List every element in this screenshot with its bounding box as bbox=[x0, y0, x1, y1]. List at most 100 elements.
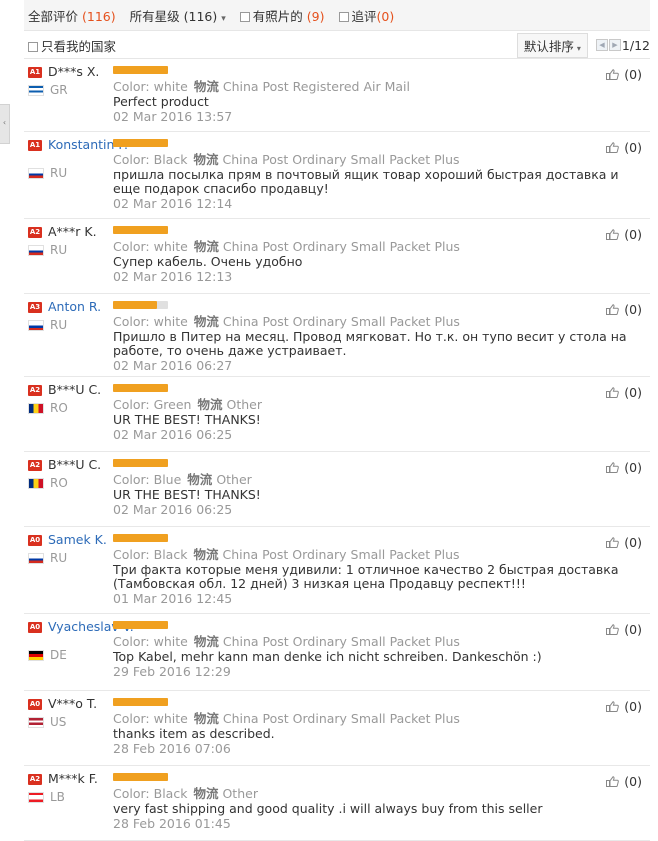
order-info: Color: Black 物流 China Post Ordinary Small … bbox=[113, 547, 628, 563]
star-rating-fill bbox=[113, 698, 168, 706]
buyer-level-badge: A2 bbox=[28, 460, 42, 471]
filter-stars-dropdown[interactable]: 所有星级 (116) ▾ bbox=[130, 6, 226, 25]
sort-label: 默认排序 bbox=[523, 38, 574, 54]
country-flag-icon bbox=[28, 478, 44, 489]
review-text: пришла посылка прям в почтовый ящик това… bbox=[113, 167, 619, 196]
sort-dropdown[interactable]: 默认排序 ▾ bbox=[516, 32, 588, 58]
star-rating bbox=[113, 384, 168, 392]
reviewer-name: D***s X. bbox=[48, 64, 100, 79]
country-flag-icon bbox=[28, 168, 44, 179]
order-info: Color: white 物流 China Post Ordinary Small … bbox=[113, 239, 628, 255]
helpful-button[interactable]: (0) bbox=[606, 622, 642, 637]
star-rating bbox=[113, 66, 168, 74]
star-rating-fill bbox=[113, 459, 168, 467]
followup-checkbox[interactable] bbox=[338, 12, 349, 22]
helpful-button[interactable]: (0) bbox=[606, 67, 642, 82]
shipping-label: 物流 bbox=[193, 314, 219, 329]
filter-followup-count: (0) bbox=[376, 8, 395, 24]
thumbs-up-icon bbox=[606, 142, 620, 153]
buyer-level-badge: A2 bbox=[28, 774, 42, 785]
color-label: Color: bbox=[113, 314, 150, 329]
review-text: Три факта которые меня удивили: 1 отличн… bbox=[113, 562, 619, 591]
color-value: white bbox=[153, 314, 188, 329]
helpful-count: (0) bbox=[624, 460, 642, 475]
helpful-button[interactable]: (0) bbox=[606, 460, 642, 475]
filter-photos-count: (9) bbox=[306, 8, 325, 24]
review-content: Color: white 物流 China Post Ordinary Small … bbox=[113, 620, 628, 680]
helpful-button[interactable]: (0) bbox=[606, 385, 642, 400]
helpful-button[interactable]: (0) bbox=[606, 699, 642, 714]
helpful-button[interactable]: (0) bbox=[606, 302, 642, 317]
reviewer-name: B***U C. bbox=[48, 382, 102, 397]
buyer-level-badge: A3 bbox=[28, 302, 42, 313]
reviewer-country: RU bbox=[28, 551, 67, 565]
review-date: 02 Mar 2016 13:57 bbox=[113, 109, 233, 124]
review-item: A0 Samek K. RU Color: Black 物流 China Post Ord… bbox=[24, 527, 650, 614]
color-label: Color: bbox=[113, 634, 150, 649]
side-collapse-handle[interactable]: ‹ bbox=[0, 104, 10, 144]
filter-photos[interactable]: 有照片的 (9) bbox=[239, 6, 325, 25]
star-rating-fill bbox=[113, 226, 168, 234]
filter-photos-label: 有照片的 bbox=[252, 8, 303, 24]
thumbs-up-icon bbox=[606, 701, 620, 712]
review-text: thanks item as described. bbox=[113, 726, 275, 741]
helpful-count: (0) bbox=[624, 699, 642, 714]
star-rating bbox=[113, 698, 168, 706]
buyer-level-badge: A2 bbox=[28, 227, 42, 238]
color-label: Color: bbox=[113, 711, 150, 726]
color-label: Color: bbox=[113, 239, 150, 254]
reviewer-country: RU bbox=[28, 243, 67, 257]
review-item: A2 A***r K. RU Color: white 物流 China Post Ord… bbox=[24, 219, 650, 294]
country-code: GR bbox=[50, 83, 68, 97]
review-date: 02 Mar 2016 06:27 bbox=[113, 358, 233, 373]
thumbs-up-icon bbox=[606, 69, 620, 80]
shipping-label: 物流 bbox=[193, 79, 219, 94]
star-rating bbox=[113, 773, 168, 781]
review-list: A1 D***s X. GR Color: white 物流 China Post Reg… bbox=[24, 59, 650, 841]
country-flag-icon bbox=[28, 403, 44, 414]
shipping-value: China Post Ordinary Small Packet Plus bbox=[222, 314, 460, 329]
reviewer-name[interactable]: Samek K. bbox=[48, 532, 107, 548]
color-label: Color: bbox=[113, 786, 150, 801]
thumbs-up-icon bbox=[606, 537, 620, 548]
shipping-value: China Post Ordinary Small Packet Plus bbox=[222, 152, 460, 167]
color-label: Color: bbox=[113, 397, 150, 412]
my-country-filter[interactable]: 只看我的国家 bbox=[28, 36, 517, 55]
filter-all[interactable]: 全部评价 (116) bbox=[28, 6, 116, 25]
color-value: Blue bbox=[153, 472, 182, 487]
my-country-checkbox[interactable] bbox=[28, 42, 38, 52]
buyer-level-badge: A1 bbox=[28, 140, 42, 151]
next-page-icon[interactable]: ▶ bbox=[608, 39, 621, 51]
country-code: US bbox=[50, 715, 67, 729]
review-text: Пришло в Питер на месяц. Провод мягковат… bbox=[113, 329, 627, 358]
helpful-button[interactable]: (0) bbox=[606, 774, 642, 789]
reviewer-country: RO bbox=[28, 476, 68, 490]
prev-page-icon[interactable]: ◀ bbox=[595, 39, 608, 51]
review-text: Perfect product bbox=[113, 94, 209, 109]
shipping-label: 物流 bbox=[193, 634, 219, 649]
filter-stars-count: (116) bbox=[183, 8, 218, 24]
helpful-button[interactable]: (0) bbox=[606, 140, 642, 155]
review-content: Color: white 物流 China Post Ordinary Small … bbox=[113, 300, 628, 374]
order-info: Color: Blue 物流 Other bbox=[113, 472, 628, 488]
photos-checkbox[interactable] bbox=[239, 12, 250, 22]
review-content: Color: white 物流 China Post Ordinary Small … bbox=[113, 697, 628, 757]
shipping-value: Other bbox=[216, 472, 252, 487]
country-flag-icon bbox=[28, 650, 44, 661]
color-value: white bbox=[153, 239, 188, 254]
star-rating-fill bbox=[113, 534, 168, 542]
filter-followup[interactable]: 追评(0) bbox=[338, 6, 395, 25]
order-info: Color: white 物流 China Post Ordinary Small … bbox=[113, 314, 628, 330]
country-flag-icon bbox=[28, 85, 44, 96]
review-content: Color: Black 物流 China Post Ordinary Small … bbox=[113, 138, 628, 212]
reviewer-name[interactable]: Anton R. bbox=[48, 299, 101, 315]
color-label: Color: bbox=[113, 79, 150, 94]
review-item: A2 B***U C. RO Color: Green 物流 Other UR THE BE… bbox=[24, 377, 650, 452]
helpful-button[interactable]: (0) bbox=[606, 227, 642, 242]
helpful-button[interactable]: (0) bbox=[606, 535, 642, 550]
color-value: Black bbox=[153, 152, 188, 167]
order-info: Color: Green 物流 Other bbox=[113, 397, 628, 413]
filter-bar: 全部评价 (116) 所有星级 (116) ▾ 有照片的 (9) 追评(0) bbox=[24, 0, 650, 31]
shipping-value: China Post Ordinary Small Packet Plus bbox=[222, 711, 460, 726]
buyer-level-badge: A0 bbox=[28, 622, 42, 633]
